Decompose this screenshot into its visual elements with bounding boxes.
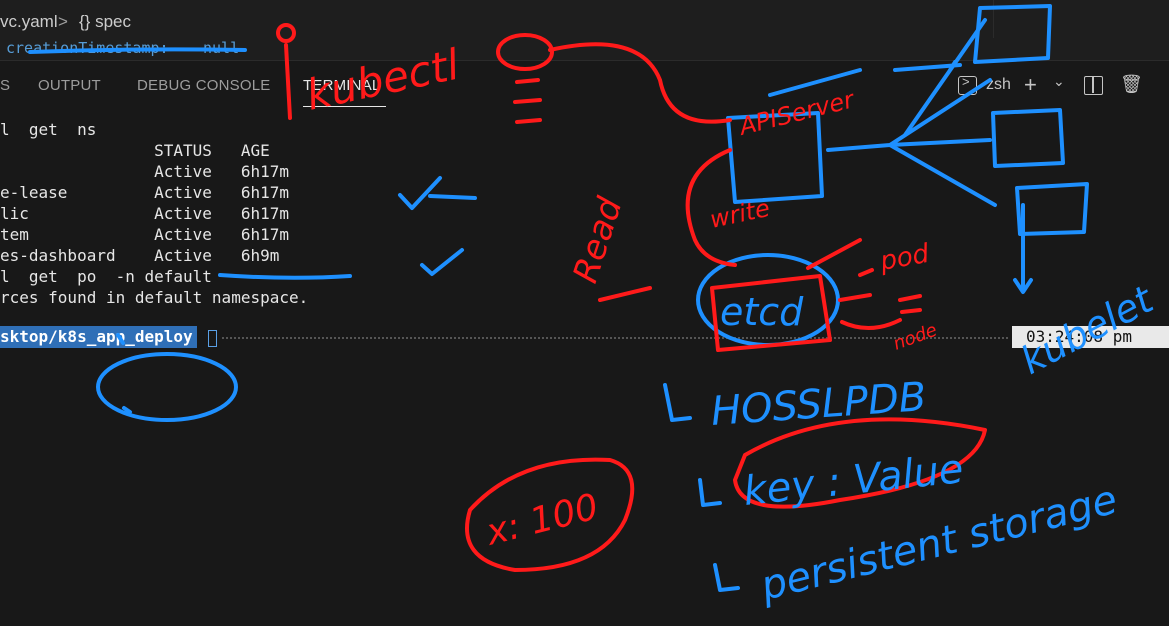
- prompt-clock: 03:24:08 pm: [1012, 326, 1169, 348]
- bottom-panel: S OUTPUT DEBUG CONSOLE TERMINAL zsh + ⌄ …: [0, 60, 1169, 626]
- terminal-output[interactable]: l get ns STATUS AGE Active 6h17m e-lease…: [0, 113, 1169, 626]
- terminal-line: STATUS AGE: [0, 141, 270, 160]
- split-icon[interactable]: [1084, 76, 1103, 95]
- terminal-line: rces found in default namespace.: [0, 288, 309, 307]
- code-key: creationTimestamp:: [6, 39, 169, 57]
- tab-terminal[interactable]: TERMINAL: [303, 77, 387, 107]
- terminal-line: lic Active 6h17m: [0, 204, 289, 223]
- terminal-line: es-dashboard Active 6h9m: [0, 246, 280, 265]
- shell-name[interactable]: zsh: [986, 76, 1011, 98]
- terminal-line: l get ns: [0, 120, 97, 139]
- terminal-line: Active 6h17m: [0, 162, 289, 181]
- prompt-filler: [222, 337, 1008, 339]
- terminal-line: l get po -n default: [0, 267, 212, 286]
- breadcrumb-separator: >: [58, 12, 68, 31]
- editor-divider: [993, 0, 994, 38]
- code-line[interactable]: creationTimestamp: null: [0, 38, 1169, 88]
- tab-debug-console[interactable]: DEBUG CONSOLE: [137, 77, 270, 94]
- plus-icon[interactable]: +: [1024, 72, 1037, 97]
- terminal-cursor: [208, 330, 217, 347]
- breadcrumb: vc.yaml > {} spec: [0, 0, 1169, 38]
- breadcrumb-symbol[interactable]: {} spec: [79, 12, 131, 32]
- panel-tabs: S OUTPUT DEBUG CONSOLE TERMINAL zsh + ⌄ …: [0, 61, 1169, 111]
- terminal-line: tem Active 6h17m: [0, 225, 289, 244]
- terminal-line: e-lease Active 6h17m: [0, 183, 289, 202]
- chevron-down-icon[interactable]: ⌄: [1053, 73, 1065, 95]
- code-value: null: [203, 39, 240, 57]
- breadcrumb-file[interactable]: vc.yaml: [0, 12, 58, 32]
- tab-output[interactable]: OUTPUT: [38, 77, 101, 94]
- prompt-path: sktop/k8s_app_deploy: [0, 326, 197, 348]
- terminal-icon[interactable]: [958, 74, 977, 95]
- tab-problems[interactable]: S: [0, 77, 10, 94]
- trash-icon[interactable]: 🗑: [1120, 74, 1143, 96]
